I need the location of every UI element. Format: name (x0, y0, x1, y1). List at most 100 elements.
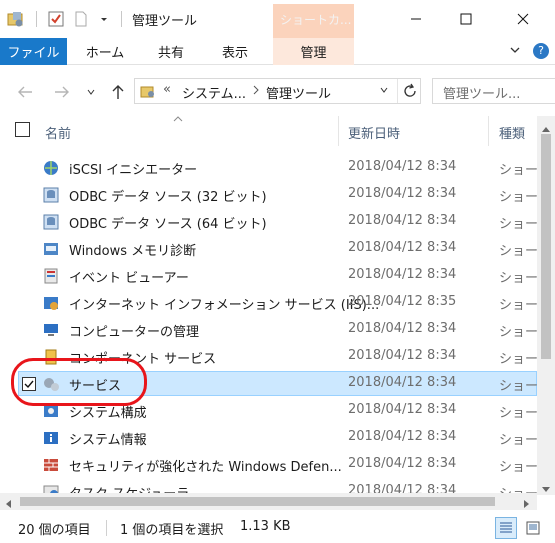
file-type: ショートカット (499, 298, 537, 313)
tab-view[interactable]: 表示 (212, 38, 258, 65)
firewall-icon (42, 456, 60, 474)
file-row[interactable]: コンピューターの管理 2018/04/12 8:34 ショートカット (0, 316, 537, 343)
file-name[interactable]: タスク スケジューラ (69, 483, 189, 493)
large-icons-view-button[interactable] (522, 517, 544, 539)
file-type: ショートカット (499, 483, 537, 493)
select-all-checkbox[interactable] (15, 122, 30, 137)
refresh-icon[interactable] (402, 83, 418, 103)
file-row[interactable]: Windows メモリ診断 2018/04/12 8:34 ショートカット (0, 235, 537, 262)
close-button[interactable] (498, 0, 548, 38)
admin-tools-folder-icon[interactable] (6, 9, 26, 29)
new-folder-icon[interactable] (71, 9, 91, 29)
title-bar: 管理ツール ショートカ... (0, 0, 555, 38)
tab-manage[interactable]: 管理 (273, 38, 354, 65)
back-button[interactable] (14, 81, 36, 103)
event-viewer-icon (42, 267, 60, 285)
address-box[interactable]: « システム... 管理ツール (134, 78, 421, 104)
scroll-left-icon[interactable] (5, 497, 11, 512)
address-bar-area: « システム... 管理ツール 管理ツール... (0, 66, 555, 116)
file-name[interactable]: システム情報 (69, 429, 147, 448)
file-name[interactable]: iSCSI イニシエーター (69, 159, 197, 178)
column-modified[interactable]: 更新日時 (348, 123, 400, 142)
forward-button[interactable] (51, 81, 73, 103)
computer-management-icon (42, 321, 60, 339)
file-type: ショートカット (499, 325, 537, 340)
horizontal-scrollbar[interactable] (0, 493, 537, 510)
file-name[interactable]: インターネット インフォメーション サービス (IIS)... (69, 294, 379, 313)
memory-diagnostic-icon (42, 240, 60, 258)
breadcrumb-overflow[interactable]: « (163, 82, 171, 97)
file-type: ショートカット (499, 379, 537, 394)
status-bar: 20 個の項目 1 個の項目を選択 1.13 KB (0, 512, 555, 543)
contextual-tab-header: ショートカ... (273, 4, 354, 38)
task-scheduler-icon (42, 483, 60, 493)
chevron-down-icon[interactable] (509, 44, 521, 60)
file-name[interactable]: Windows メモリ診断 (69, 240, 196, 259)
horizontal-scroll-thumb[interactable] (20, 497, 495, 506)
separator (106, 520, 107, 536)
separator (121, 11, 122, 27)
details-view-button[interactable] (495, 517, 517, 539)
file-date: 2018/04/12 8:34 (348, 348, 457, 363)
chevron-down-icon[interactable] (379, 84, 389, 99)
file-type: ショートカット (499, 271, 537, 286)
odbc-icon (42, 213, 60, 231)
file-name[interactable]: セキュリティが強化された Windows Defen... (69, 456, 342, 475)
file-type: ショートカット (499, 352, 537, 367)
admin-tools-folder-icon (140, 83, 156, 103)
properties-icon[interactable] (46, 9, 66, 29)
breadcrumb-admin-tools[interactable]: 管理ツール (266, 83, 331, 102)
file-type: ショートカット (499, 190, 537, 205)
iis-icon (42, 294, 60, 312)
file-row[interactable]: ODBC データ ソース (32 ビット) 2018/04/12 8:34 ショート… (0, 181, 537, 208)
column-type[interactable]: 種類 (499, 123, 525, 142)
file-date: 2018/04/12 8:34 (348, 321, 457, 336)
breadcrumb-separator-icon[interactable] (252, 82, 260, 102)
file-type: ショートカット (499, 244, 537, 259)
separator[interactable] (338, 116, 339, 146)
file-date: 2018/04/12 8:34 (348, 186, 457, 201)
vertical-scrollbar[interactable] (537, 116, 555, 495)
breadcrumb-system[interactable]: システム... (182, 83, 246, 102)
file-row[interactable]: セキュリティが強化された Windows Defen... 2018/04/12 … (0, 451, 537, 478)
search-box[interactable]: 管理ツール... (432, 78, 555, 104)
scroll-right-icon[interactable] (524, 497, 530, 512)
odbc-icon (42, 186, 60, 204)
help-icon[interactable]: ? (533, 43, 549, 59)
column-name[interactable]: 名前 (45, 123, 71, 142)
iscsi-icon (42, 159, 60, 177)
file-date: 2018/04/12 8:34 (348, 456, 457, 471)
scroll-down-icon[interactable] (542, 482, 550, 497)
file-row[interactable]: iSCSI イニシエーター 2018/04/12 8:34 ショートカット (0, 154, 537, 181)
search-input[interactable]: 管理ツール... (443, 83, 520, 102)
file-date: 2018/04/12 8:34 (348, 375, 457, 390)
separator[interactable] (488, 116, 489, 146)
vertical-scroll-thumb[interactable] (541, 134, 551, 359)
file-name[interactable]: ODBC データ ソース (32 ビット) (69, 186, 267, 205)
file-row[interactable]: イベント ビューアー 2018/04/12 8:34 ショートカット (0, 262, 537, 289)
tab-file[interactable]: ファイル (0, 38, 67, 65)
minimize-button[interactable] (391, 0, 441, 38)
file-name[interactable]: ODBC データ ソース (64 ビット) (69, 213, 267, 232)
file-type: ショートカット (499, 406, 537, 421)
file-name[interactable]: コンピューターの管理 (69, 321, 199, 340)
file-row[interactable]: インターネット インフォメーション サービス (IIS)... 2018/04/1… (0, 289, 537, 316)
recent-locations-button[interactable] (80, 81, 102, 103)
file-name[interactable]: イベント ビューアー (69, 267, 189, 286)
file-date: 2018/04/12 8:35 (348, 294, 457, 309)
up-button[interactable] (107, 81, 129, 103)
tab-home[interactable]: ホーム (80, 38, 130, 65)
separator (36, 11, 37, 27)
separator (397, 79, 398, 103)
file-row[interactable]: タスク スケジューラ 2018/04/12 8:34 ショートカット (0, 478, 537, 493)
status-size: 1.13 KB (240, 519, 291, 534)
tab-share[interactable]: 共有 (148, 38, 194, 65)
sort-ascending-icon (173, 112, 183, 127)
file-row[interactable]: ODBC データ ソース (64 ビット) 2018/04/12 8:34 ショート… (0, 208, 537, 235)
file-type: ショートカット (499, 217, 537, 232)
maximize-button[interactable] (441, 0, 491, 38)
chevron-down-icon[interactable] (94, 9, 114, 29)
file-type: ショートカット (499, 460, 537, 475)
column-header: 名前 更新日時 種類 (0, 116, 537, 146)
file-row[interactable]: システム情報 2018/04/12 8:34 ショートカット (0, 424, 537, 451)
